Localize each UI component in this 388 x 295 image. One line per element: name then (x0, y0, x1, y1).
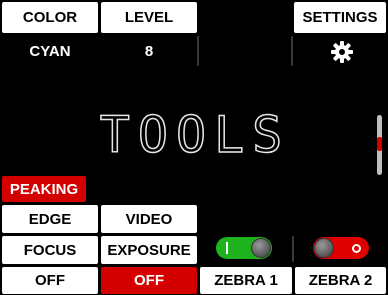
toggle-on-icon (226, 242, 228, 254)
level-button[interactable]: LEVEL (101, 2, 197, 33)
gear-icon[interactable] (330, 40, 354, 64)
zebra2-button[interactable]: ZEBRA 2 (295, 267, 386, 294)
off-button-active[interactable]: OFF (101, 267, 197, 294)
zebra2-toggle[interactable] (313, 237, 369, 259)
scrollbar-track[interactable] (377, 115, 382, 175)
exposure-button[interactable]: EXPOSURE (101, 236, 197, 264)
separator (197, 36, 199, 66)
toggle-knob (314, 238, 334, 258)
edge-button[interactable]: EDGE (2, 205, 98, 233)
off-button[interactable]: OFF (2, 267, 98, 294)
tools-title: TOOLS (99, 105, 291, 165)
zebra1-toggle[interactable] (216, 237, 272, 259)
color-button[interactable]: COLOR (2, 2, 98, 33)
peaking-button[interactable]: PEAKING (2, 176, 86, 202)
video-button[interactable]: VIDEO (101, 205, 197, 233)
zebra1-button[interactable]: ZEBRA 1 (200, 267, 292, 294)
level-value[interactable]: 8 (101, 34, 197, 68)
color-value[interactable]: CYAN (2, 34, 98, 68)
separator (292, 236, 294, 262)
separator (291, 36, 293, 66)
toggle-knob (251, 238, 271, 258)
settings-button[interactable]: SETTINGS (294, 2, 386, 33)
toggle-off-icon (352, 243, 361, 253)
scrollbar-thumb[interactable] (377, 137, 382, 151)
focus-button[interactable]: FOCUS (2, 236, 98, 264)
